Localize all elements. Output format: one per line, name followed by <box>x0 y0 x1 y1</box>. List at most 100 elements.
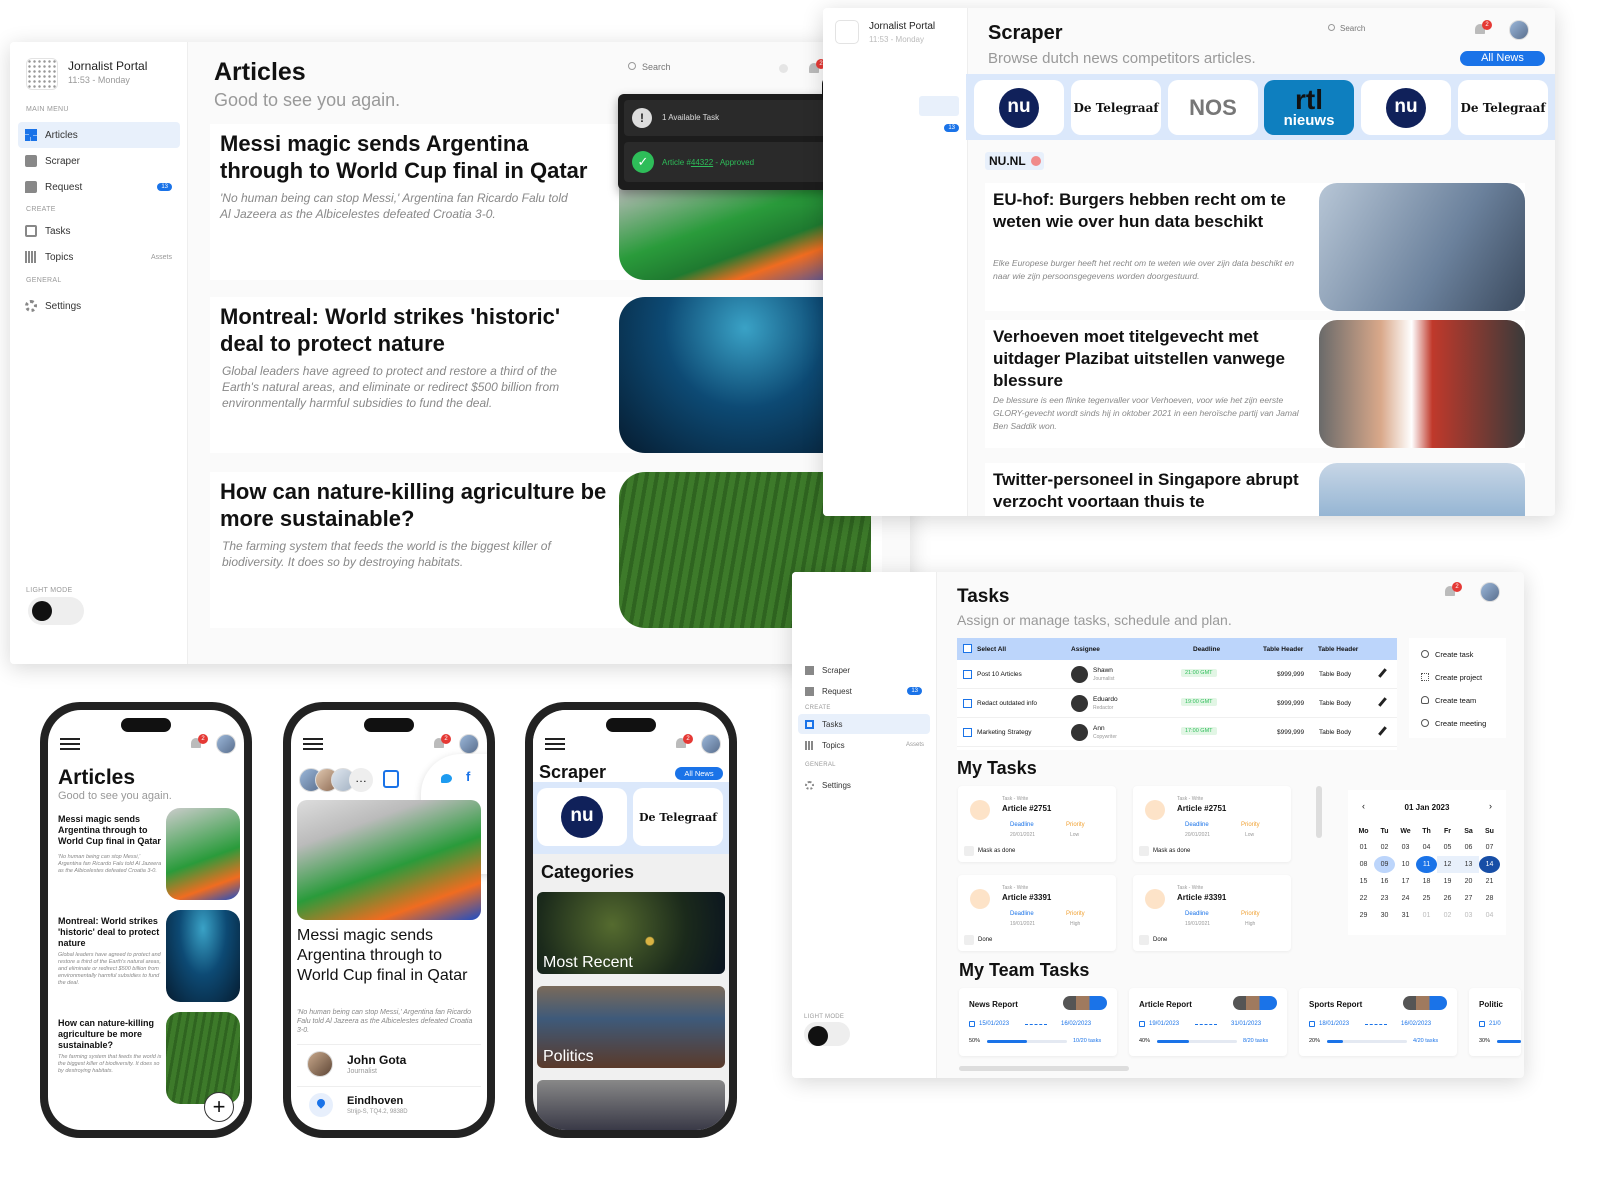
source-telegraaf[interactable]: De Telegraaf <box>633 788 723 846</box>
calendar-date[interactable]: 02 <box>1374 839 1395 856</box>
source-nos[interactable]: NOS <box>1168 80 1258 135</box>
more-icon[interactable]: … <box>349 768 373 792</box>
article-card[interactable]: Montreal: World strikes 'historic' deal … <box>52 908 244 1004</box>
edit-icon[interactable] <box>1378 726 1387 736</box>
calendar-date[interactable]: 03 <box>1395 839 1416 856</box>
avatar[interactable] <box>701 734 721 754</box>
sidebar-item-topics[interactable]: Topics Assets <box>798 734 930 756</box>
calendar-date[interactable]: 26 <box>1437 890 1458 907</box>
sidebar-item-articles[interactable]: Articles <box>18 122 180 148</box>
done-checkbox[interactable] <box>1139 846 1149 856</box>
calendar-date[interactable]: 18 <box>1416 873 1437 890</box>
team-task-card[interactable]: News Report 15/01/2023 16/02/2023 50% 10/20 … <box>959 988 1117 1056</box>
row-checkbox[interactable] <box>963 699 972 708</box>
calendar-date[interactable]: 19 <box>1437 873 1458 890</box>
calendar-date[interactable]: 25 <box>1416 890 1437 907</box>
article-card[interactable]: EU-hof: Burgers hebben recht om te weten… <box>985 183 1525 311</box>
calendar-date[interactable]: 16 <box>1374 873 1395 890</box>
location-card[interactable]: Eindhoven Strijp-S, TQ4.2, 9838D <box>297 1086 481 1122</box>
author-card[interactable]: John Gota Journalist <box>297 1044 481 1082</box>
search-input[interactable]: Search <box>628 62 788 76</box>
sidebar-item-tasks[interactable]: Tasks <box>18 218 180 244</box>
close-icon[interactable] <box>1030 156 1041 166</box>
task-card[interactable]: Task - Write Article #2751 Deadline Priorit… <box>1133 786 1291 862</box>
category-most-recent[interactable]: Most Recent <box>537 892 725 974</box>
article-card[interactable]: Montreal: World strikes 'historic' deal … <box>210 297 882 453</box>
calendar-date[interactable]: 06 <box>1458 839 1479 856</box>
source-rtl[interactable]: rtl nieuws <box>1264 80 1354 135</box>
calendar-date[interactable]: 23 <box>1374 890 1395 907</box>
calendar-date[interactable]: 11 <box>1416 856 1437 873</box>
table-row[interactable]: Post 10 Articles Shawn Journalist 21:00 GMT… <box>957 660 1397 689</box>
calendar-date[interactable]: 09 <box>1374 856 1395 873</box>
search-input[interactable]: Search <box>1328 24 1458 33</box>
sidebar-item-scraper[interactable] <box>919 96 959 116</box>
bell-icon[interactable]: 2 <box>808 59 826 76</box>
calendar-date[interactable]: 29 <box>1353 907 1374 924</box>
filter-tag[interactable]: NU.NL <box>985 152 1044 170</box>
calendar-date[interactable]: 13 <box>1458 856 1479 873</box>
create-project-button[interactable]: Create project <box>1421 673 1482 682</box>
calendar-date[interactable]: 12 <box>1437 856 1458 873</box>
calendar-date[interactable]: 04 <box>1479 907 1500 924</box>
menu-icon[interactable] <box>303 738 323 750</box>
table-row[interactable]: Marketing Strategy Ann Copywriter 17:00 GMT… <box>957 718 1397 747</box>
create-task-button[interactable]: Create task <box>1421 650 1473 659</box>
calendar-date[interactable]: 08 <box>1353 856 1374 873</box>
calendar-date[interactable]: 30 <box>1374 907 1395 924</box>
source-nu[interactable]: nu <box>1361 80 1451 135</box>
sidebar-item-request[interactable]: Request 13 <box>18 174 180 200</box>
avatar[interactable] <box>216 734 236 754</box>
done-checkbox[interactable] <box>964 846 974 856</box>
bell-icon[interactable]: 2 <box>1474 20 1492 37</box>
sidebar-item-tasks[interactable]: Tasks <box>798 714 930 734</box>
calendar-date[interactable]: 14 <box>1479 856 1500 873</box>
clear-icon[interactable] <box>779 64 788 73</box>
calendar-date[interactable]: 04 <box>1416 839 1437 856</box>
article-card[interactable]: How can nature-killing agriculture be mo… <box>210 472 882 628</box>
notification-item[interactable]: ✓ Article #44322 - Approved <box>624 142 830 182</box>
category-sports[interactable] <box>537 1080 725 1130</box>
sidebar-item-settings[interactable]: Settings <box>798 774 930 796</box>
light-mode-toggle[interactable] <box>28 597 84 625</box>
menu-icon[interactable] <box>60 738 80 750</box>
calendar-date[interactable]: 22 <box>1353 890 1374 907</box>
calendar-date[interactable]: 07 <box>1479 839 1500 856</box>
calendar-date[interactable]: 27 <box>1458 890 1479 907</box>
team-task-card[interactable]: Article Report 19/01/2023 31/01/2023 40% 8/2… <box>1129 988 1287 1056</box>
calendar-date[interactable]: 05 <box>1437 839 1458 856</box>
table-row[interactable]: Redact outdated info Eduardo Redactor 19:00… <box>957 689 1397 718</box>
calendar-date[interactable]: 02 <box>1437 907 1458 924</box>
source-nu[interactable]: nu <box>974 80 1064 135</box>
calendar-date[interactable]: 28 <box>1479 890 1500 907</box>
calendar-date[interactable]: 20 <box>1458 873 1479 890</box>
facebook-icon[interactable]: f <box>466 769 470 784</box>
create-team-button[interactable]: Create team <box>1421 696 1476 705</box>
sidebar-item-scraper[interactable]: Scraper <box>18 148 180 174</box>
all-news-button[interactable]: All News <box>1460 51 1545 66</box>
team-task-card[interactable]: Sports Report 18/01/2023 16/02/2023 20% 4/20… <box>1299 988 1457 1056</box>
bell-icon[interactable]: 2 <box>675 734 693 751</box>
row-checkbox[interactable] <box>963 670 972 679</box>
team-task-card[interactable]: Politic 21/0 30% <box>1469 988 1521 1056</box>
article-card[interactable]: Verhoeven moet titelgevecht met uitdager… <box>985 320 1525 448</box>
bell-icon[interactable]: 2 <box>1444 582 1462 599</box>
row-checkbox[interactable] <box>963 728 972 737</box>
sidebar-item-scraper[interactable]: Scraper <box>798 660 930 680</box>
light-mode-toggle[interactable] <box>804 1022 850 1046</box>
done-checkbox[interactable] <box>964 935 974 945</box>
sidebar-item-settings[interactable]: Settings <box>18 293 180 319</box>
edit-icon[interactable] <box>1378 697 1387 707</box>
calendar-date[interactable]: 03 <box>1458 907 1479 924</box>
source-telegraaf[interactable]: De Telegraaf <box>1071 80 1161 135</box>
sidebar-item-topics[interactable]: Topics Assets <box>18 244 180 270</box>
select-all-checkbox[interactable] <box>963 644 972 653</box>
task-card[interactable]: Task - Write Article #3391 Deadline Priorit… <box>1133 875 1291 951</box>
calendar-date[interactable]: 21 <box>1479 873 1500 890</box>
task-card[interactable]: Task - Write Article #3391 Deadline Priorit… <box>958 875 1116 951</box>
chevron-right-icon[interactable]: › <box>1489 801 1492 811</box>
create-meeting-button[interactable]: Create meeting <box>1421 719 1486 728</box>
avatar[interactable] <box>1509 20 1529 40</box>
bell-icon[interactable]: 2 <box>190 734 208 751</box>
avatar[interactable] <box>459 734 479 754</box>
